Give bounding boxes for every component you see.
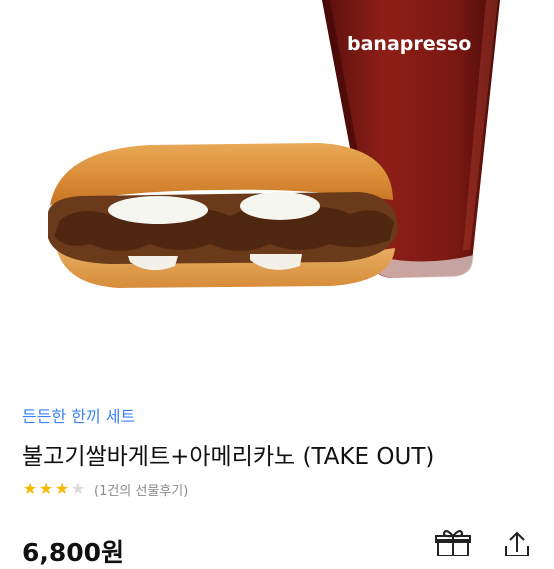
gift-icon [435,530,471,557]
share-button[interactable] [500,530,534,557]
share-icon [505,531,529,557]
star-rating: ★ ★ ★ ★ [22,480,86,498]
product-title: 불고기쌀바게트+아메리카노 (TAKE OUT) [22,444,435,470]
star-filled-icon: ★ [22,479,38,498]
product-image: banapresso [0,0,554,390]
product-photo [48,0,500,288]
product-category[interactable]: 든든한 한끼 세트 [22,403,135,427]
star-empty-icon: ★ [70,479,86,498]
review-count: (1건의 선물후기) [94,483,189,499]
rating-row[interactable]: ★ ★ ★ ★ (1건의 선물후기) [22,479,188,499]
brand-logo: banapresso [347,33,472,55]
star-filled-icon: ★ [54,479,70,498]
product-price: 6,800원 [22,538,125,567]
star-filled-icon: ★ [38,479,54,498]
gift-button[interactable] [434,530,472,557]
